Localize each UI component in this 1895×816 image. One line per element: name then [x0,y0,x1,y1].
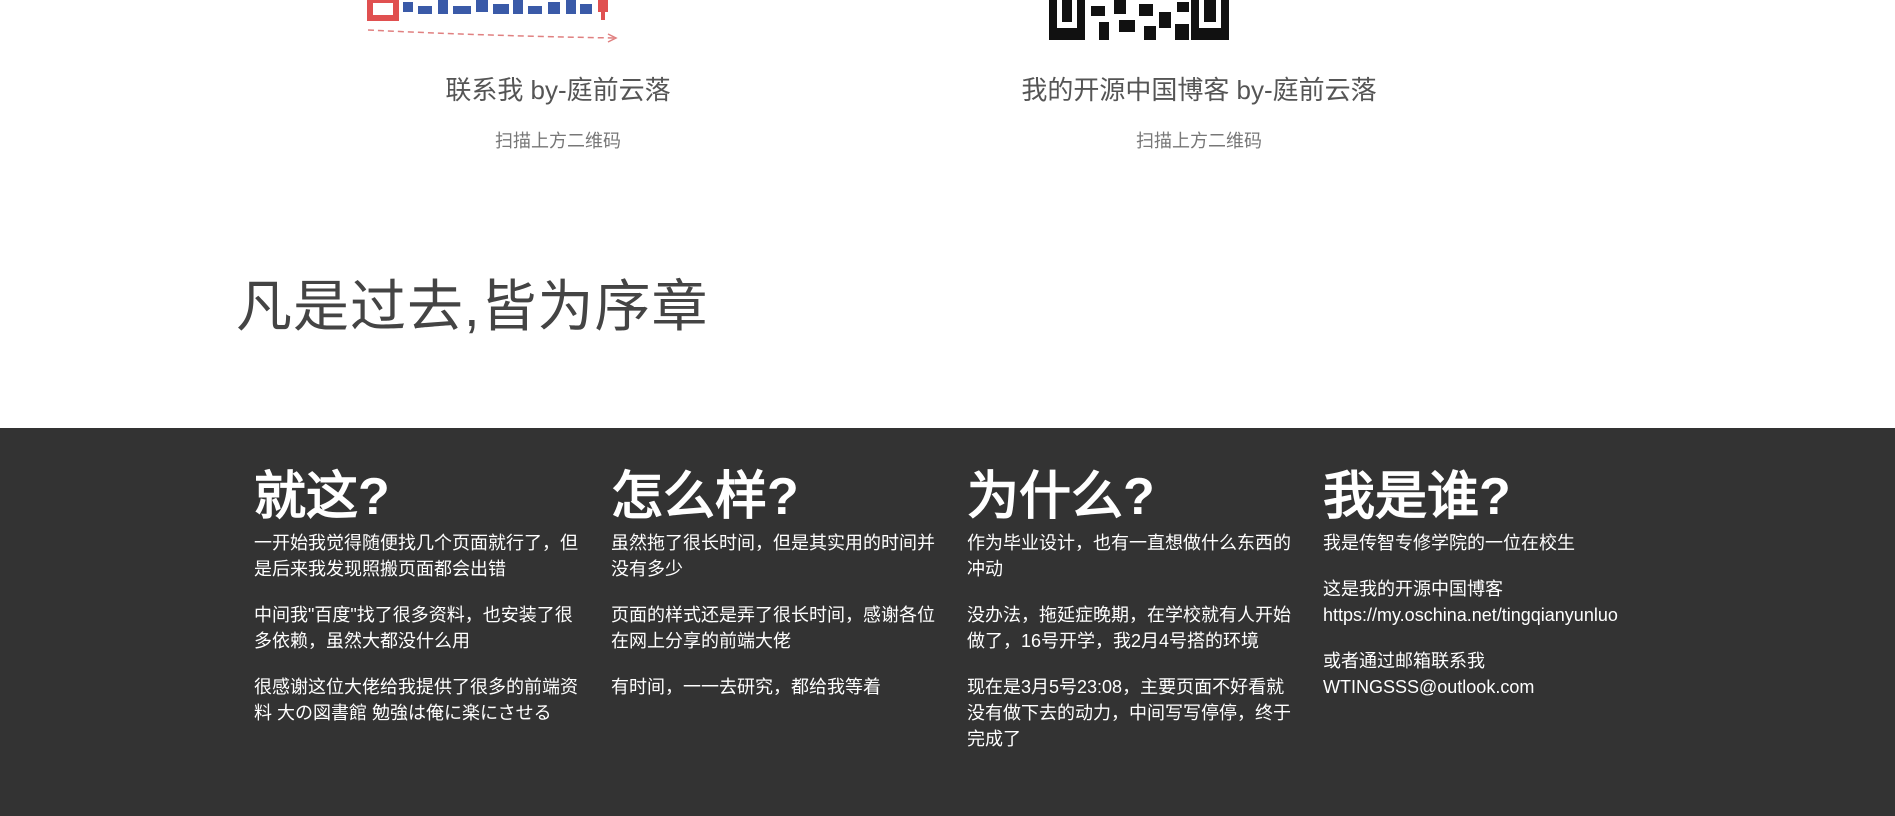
qr-card-contact: 联系我 by-庭前云落 扫描上方二维码 [298,0,818,153]
footer-paragraph: 我是传智专修学院的一位在校生 [1323,533,1575,553]
footer-column-heading: 怎么样? [611,468,799,526]
footer-paragraph: 中间我"百度"找了很多资料，也安装了很多依赖，虽然大都没什么用 [254,605,573,651]
footer: 就这? 一开始我觉得随便找几个页面就行了，但是后来我发现照搬页面都会出错 中间我… [0,428,1895,816]
qr-card-title: 联系我 by-庭前云落 [445,75,671,105]
footer-column-4: 我是谁? 我是传智专修学院的一位在校生 这是我的开源中国博客 https://m… [1323,466,1663,720]
motto-heading: 凡是过去,皆为序章 [236,275,709,338]
footer-column-3: 为什么? 作为毕业设计，也有一直想做什么东西的冲动 没办法，拖延症晚期，在学校就… [967,466,1292,772]
footer-paragraph: 这是我的开源中国博客 https://my.oschina.net/tingqi… [1323,579,1618,625]
footer-paragraph: 虽然拖了很长时间，但是其实用的时间并没有多少 [611,533,935,579]
qr-card-title: 我的开源中国博客 by-庭前云落 [1021,75,1377,105]
qr-code-image-blog [939,0,1459,50]
qr-card-subtitle: 扫描上方二维码 [1136,131,1262,151]
footer-paragraph: 没办法，拖延症晚期，在学校就有人开始做了，16号开学，我2月4号搭的环境 [967,605,1291,651]
qr-card-subtitle: 扫描上方二维码 [495,131,621,151]
footer-column-heading: 为什么? [967,468,1155,526]
footer-paragraph: 很感谢这位大佬给我提供了很多的前端资料 大の図書館 勉強は俺に楽にさせる [254,677,578,723]
footer-paragraph: 现在是3月5号23:08，主要页面不好看就没有做下去的动力，中间写写停停，终于完… [967,677,1291,749]
footer-paragraph: 作为毕业设计，也有一直想做什么东西的冲动 [967,533,1291,579]
footer-paragraph: 有时间，一一去研究，都给我等着 [611,677,881,697]
footer-paragraph: 或者通过邮箱联系我 WTINGSSS@outlook.com [1323,651,1535,697]
footer-column-heading: 我是谁? [1323,468,1511,526]
footer-paragraph: 页面的样式还是弄了很长时间，感谢各位在网上分享的前端大佬 [611,605,935,651]
footer-paragraph: 一开始我觉得随便找几个页面就行了，但是后来我发现照搬页面都会出错 [254,533,578,579]
footer-column-1: 就这? 一开始我觉得随便找几个页面就行了，但是后来我发现照搬页面都会出错 中间我… [254,466,579,746]
footer-column-heading: 就这? [254,468,390,526]
footer-column-2: 怎么样? 虽然拖了很长时间，但是其实用的时间并没有多少 页面的样式还是弄了很长时… [611,466,936,720]
qr-section: 联系我 by-庭前云落 扫描上方二维码 我的开源中国博客 by-庭前云落 扫描上… [0,0,1895,428]
qr-card-blog: 我的开源中国博客 by-庭前云落 扫描上方二维码 [939,0,1459,153]
qr-code-image-contact [298,0,818,50]
